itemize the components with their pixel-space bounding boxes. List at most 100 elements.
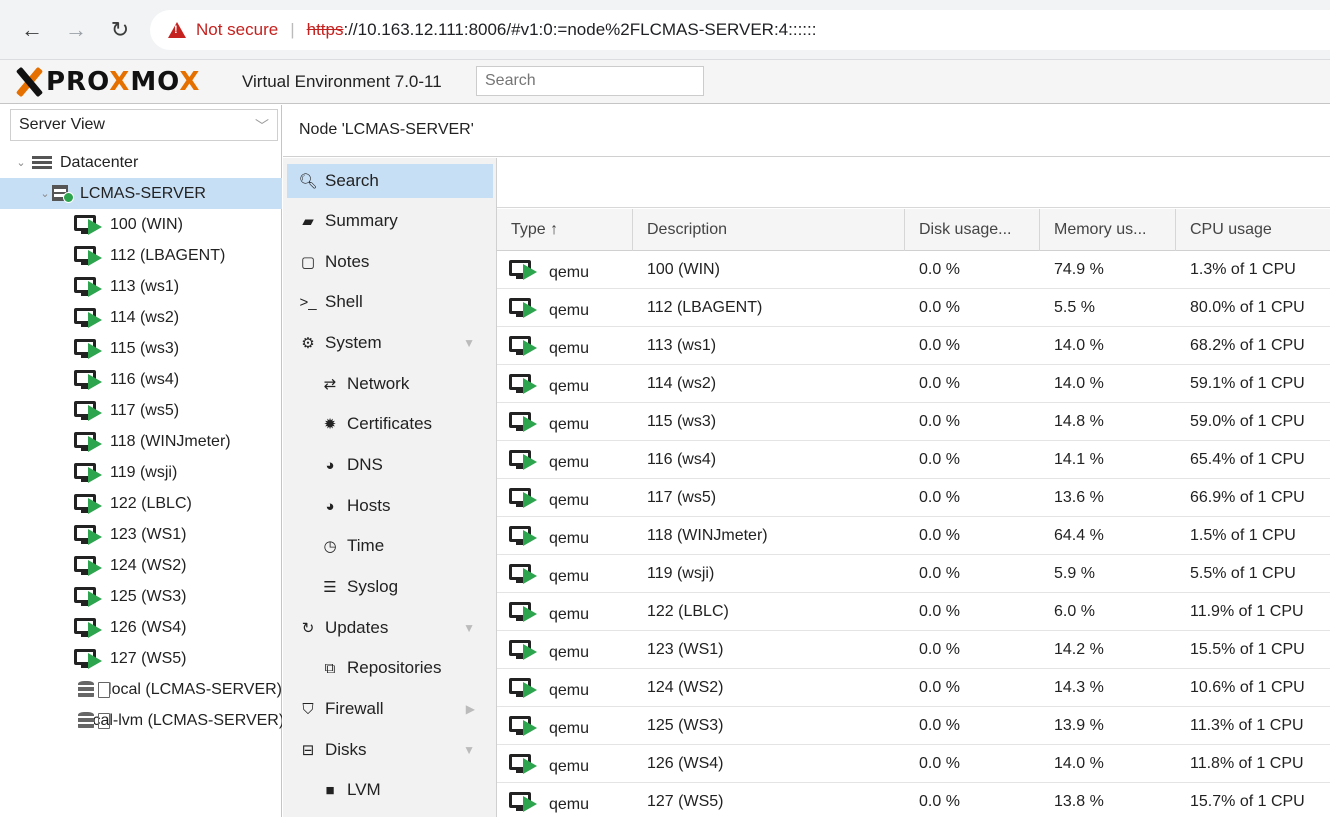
tree-item-storage[interactable]: local-lvm (LCMAS-SERVER)	[0, 705, 282, 736]
nav-certificates[interactable]: ✹ Certificates	[287, 407, 493, 441]
nav-hosts[interactable]: ◕ Hosts	[287, 489, 493, 523]
collapse-icon[interactable]: ⌄	[14, 156, 28, 169]
cell-type: qemu	[497, 669, 633, 706]
cell-type: qemu	[497, 517, 633, 554]
nav-shell[interactable]: >_ Shell	[287, 285, 493, 319]
column-header-type[interactable]: Type ↑	[497, 209, 633, 251]
cell-type: qemu	[497, 251, 633, 288]
nav-disks[interactable]: ⊟ Disks ▼	[287, 733, 493, 767]
tree-item-vm[interactable]: 127 (WS5)	[0, 643, 282, 674]
cell-type: qemu	[497, 707, 633, 744]
cell-description: 118 (WINJmeter)	[647, 526, 768, 544]
grid-header: Type ↑ Description Disk usage... Memory …	[497, 209, 1330, 251]
nav-dns[interactable]: ◕ DNS	[287, 448, 493, 482]
cell-cpu-usage: 66.9% of 1 CPU	[1190, 488, 1305, 506]
nav-time[interactable]: ◷ Time	[287, 529, 493, 563]
nav-system[interactable]: ⚙ System ▼	[287, 326, 493, 360]
nav-syslog[interactable]: ☰ Syslog	[287, 570, 493, 604]
cell-memory-usage: 5.9 %	[1054, 564, 1095, 582]
cell-cpu-usage: 1.3% of 1 CPU	[1190, 260, 1296, 278]
table-row[interactable]: qemu 123 (WS1) 0.0 % 14.2 % 15.5% of 1 CPU	[497, 631, 1330, 669]
tree-item-vm[interactable]: 123 (WS1)	[0, 519, 282, 550]
collapse-icon[interactable]: ⌄	[38, 187, 52, 200]
globe-icon: ◕	[325, 456, 335, 474]
header-search-input[interactable]	[476, 66, 704, 96]
tree-item-vm[interactable]: 125 (WS3)	[0, 581, 282, 612]
cell-type: qemu	[497, 631, 633, 668]
table-row[interactable]: qemu 114 (ws2) 0.0 % 14.0 % 59.1% of 1 CPU	[497, 365, 1330, 403]
cell-type: qemu	[497, 441, 633, 478]
table-row[interactable]: qemu 126 (WS4) 0.0 % 14.0 % 11.8% of 1 CPU	[497, 745, 1330, 783]
table-row[interactable]: qemu 118 (WINJmeter) 0.0 % 64.4 % 1.5% of 1 …	[497, 517, 1330, 555]
nav-updates[interactable]: ↻ Updates ▼	[287, 611, 493, 645]
column-header-description[interactable]: Description	[633, 209, 905, 251]
cell-memory-usage: 14.8 %	[1054, 412, 1104, 430]
nav-notes[interactable]: ▢ Notes	[287, 245, 493, 279]
tree-item-vm[interactable]: 117 (ws5)	[0, 395, 282, 426]
tree-item-vm[interactable]: 113 (ws1)	[0, 271, 282, 302]
tree-item-vm[interactable]: 116 (ws4)	[0, 364, 282, 395]
cell-cpu-usage: 1.5% of 1 CPU	[1190, 526, 1296, 544]
table-row[interactable]: qemu 124 (WS2) 0.0 % 14.3 % 10.6% of 1 CPU	[497, 669, 1330, 707]
terminal-icon: >_	[299, 293, 317, 311]
chevron-down-icon: ▼	[463, 621, 475, 635]
table-row[interactable]: qemu 119 (wsji) 0.0 % 5.9 % 5.5% of 1 CPU	[497, 555, 1330, 593]
back-arrow-icon[interactable]: ←	[18, 16, 46, 44]
nav-network[interactable]: ⇄ Network	[287, 367, 493, 401]
nav-repositories[interactable]: ⧉ Repositories	[287, 651, 493, 685]
tree-item-node[interactable]: ⌄ LCMAS-SERVER	[0, 178, 282, 209]
vm-running-icon	[509, 297, 539, 318]
tree-item-vm[interactable]: 115 (ws3)	[0, 333, 282, 364]
table-row[interactable]: qemu 112 (LBAGENT) 0.0 % 5.5 % 80.0% of 1 CP…	[497, 289, 1330, 327]
tree-item-vm[interactable]: 119 (wsji)	[0, 457, 282, 488]
tree-item-vm[interactable]: 124 (WS2)	[0, 550, 282, 581]
tree-item-vm[interactable]: 122 (LBLC)	[0, 488, 282, 519]
nav-search[interactable]: 🔍︎ Search	[287, 164, 493, 198]
table-row[interactable]: qemu 100 (WIN) 0.0 % 74.9 % 1.3% of 1 CPU	[497, 251, 1330, 289]
table-row[interactable]: qemu 115 (ws3) 0.0 % 14.8 % 59.0% of 1 CPU	[497, 403, 1330, 441]
column-header-disk-usage[interactable]: Disk usage...	[905, 209, 1040, 251]
table-row[interactable]: qemu 125 (WS3) 0.0 % 13.9 % 11.3% of 1 CPU	[497, 707, 1330, 745]
tree-item-vm[interactable]: 126 (WS4)	[0, 612, 282, 643]
exchange-icon: ⇄	[323, 376, 337, 393]
tree-item-vm[interactable]: 114 (ws2)	[0, 302, 282, 333]
vm-running-icon	[74, 555, 104, 576]
tree-item-datacenter[interactable]: ⌄ Datacenter	[0, 147, 282, 178]
cell-disk-usage: 0.0 %	[919, 374, 960, 392]
address-bar[interactable]: Not secure | https ://10.163.12.111:8006…	[150, 10, 1330, 50]
cell-description: 119 (wsji)	[647, 564, 715, 582]
vm-running-icon	[509, 525, 539, 546]
vm-running-icon	[509, 791, 539, 812]
tree-item-storage[interactable]: local (LCMAS-SERVER)	[0, 674, 282, 705]
tree-item-vm[interactable]: 118 (WINJmeter)	[0, 426, 282, 457]
forward-arrow-icon[interactable]: →	[62, 16, 90, 44]
nav-lvm[interactable]: ■ LVM	[287, 773, 493, 807]
nav-firewall[interactable]: ⛉ Firewall ▶	[287, 692, 493, 726]
not-secure-label[interactable]: Not secure	[196, 20, 278, 40]
cell-disk-usage: 0.0 %	[919, 792, 960, 810]
proxmox-logo[interactable]: PROXMOX	[14, 66, 200, 98]
chevron-down-icon: ▼	[463, 743, 475, 757]
tree-item-vm[interactable]: 100 (WIN)	[0, 209, 282, 240]
server-view-select[interactable]: Server View ﹀	[10, 109, 278, 141]
table-row[interactable]: qemu 127 (WS5) 0.0 % 13.8 % 15.7% of 1 CPU	[497, 783, 1330, 817]
column-header-cpu-usage[interactable]: CPU usage	[1176, 209, 1330, 251]
cell-cpu-usage: 15.7% of 1 CPU	[1190, 792, 1305, 810]
vm-running-icon	[509, 449, 539, 470]
gears-icon: ⚙	[301, 335, 315, 352]
nav-summary[interactable]: ▰ Summary	[287, 204, 493, 238]
table-row[interactable]: qemu 122 (LBLC) 0.0 % 6.0 % 11.9% of 1 CPU	[497, 593, 1330, 631]
reload-icon[interactable]: ↻	[106, 16, 134, 44]
chevron-down-icon: ▼	[463, 336, 475, 350]
table-row[interactable]: qemu 116 (ws4) 0.0 % 14.1 % 65.4% of 1 CPU	[497, 441, 1330, 479]
url-scheme: https	[306, 20, 344, 39]
table-row[interactable]: qemu 117 (ws5) 0.0 % 13.6 % 66.9% of 1 CPU	[497, 479, 1330, 517]
cell-disk-usage: 0.0 %	[919, 526, 960, 544]
cell-disk-usage: 0.0 %	[919, 602, 960, 620]
column-header-memory-usage[interactable]: Memory us...	[1040, 209, 1176, 251]
table-row[interactable]: qemu 113 (ws1) 0.0 % 14.0 % 68.2% of 1 CPU	[497, 327, 1330, 365]
cell-disk-usage: 0.0 %	[919, 640, 960, 658]
storage-icon	[78, 680, 110, 700]
tree-item-vm[interactable]: 112 (LBAGENT)	[0, 240, 282, 271]
vm-running-icon	[74, 493, 104, 514]
